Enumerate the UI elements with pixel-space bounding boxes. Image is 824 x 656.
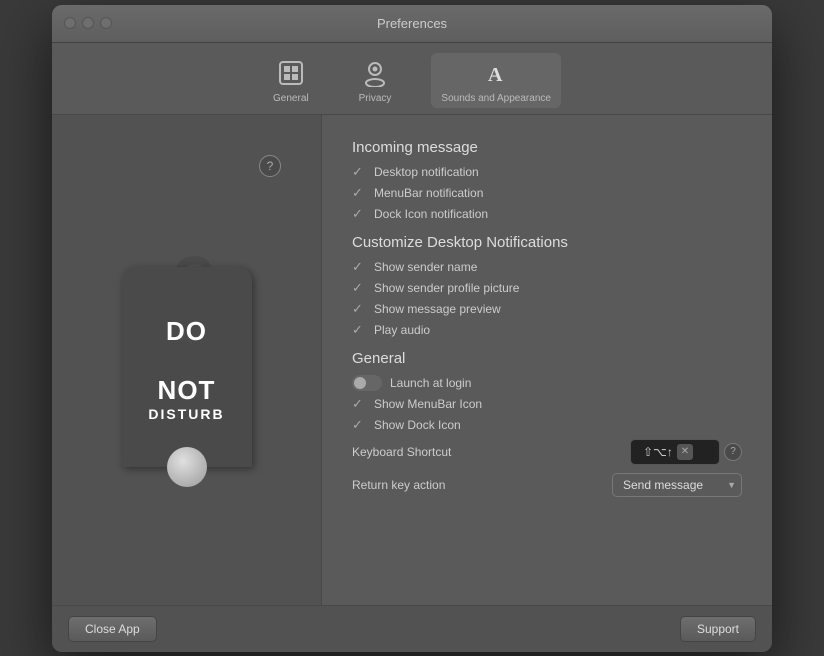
shortcut-value: ⇧⌥↑	[643, 445, 673, 459]
traffic-lights	[64, 17, 112, 29]
checkbox-menubar-notification: ✓ MenuBar notification	[352, 185, 742, 201]
general-icon	[275, 57, 307, 89]
checkbox-dock-icon-general: ✓ Show Dock Icon	[352, 417, 742, 433]
check-icon-8: ✓	[352, 396, 366, 412]
checkbox-sender-name: ✓ Show sender name	[352, 259, 742, 275]
title-bar: Preferences	[52, 5, 772, 43]
launch-at-login-row: Launch at login	[352, 375, 742, 391]
shortcut-display[interactable]: ⇧⌥↑ ✕	[630, 439, 720, 465]
menubar-icon-label: Show MenuBar Icon	[374, 397, 482, 411]
checkbox-desktop-notification: ✓ Desktop notification	[352, 164, 742, 180]
svg-text:A: A	[488, 64, 503, 86]
toolbar: General Privacy A Sounds and Appearance	[52, 43, 772, 115]
window-title: Preferences	[377, 16, 447, 31]
bottom-bar: Close App Support	[52, 605, 772, 652]
checkbox-play-audio: ✓ Play audio	[352, 322, 742, 338]
privacy-icon	[359, 57, 391, 89]
checkbox-sender-picture: ✓ Show sender profile picture	[352, 280, 742, 296]
menubar-notification-label: MenuBar notification	[374, 186, 483, 200]
close-button[interactable]	[64, 17, 76, 29]
return-key-select[interactable]: Send message New line	[612, 473, 742, 497]
keyboard-shortcut-row: Keyboard Shortcut ⇧⌥↑ ✕ ?	[352, 439, 742, 465]
check-icon-1: ✓	[352, 164, 366, 180]
check-icon-5: ✓	[352, 280, 366, 296]
check-icon-9: ✓	[352, 417, 366, 433]
check-icon-6: ✓	[352, 301, 366, 317]
content-area: ? DO NOT DISTURB	[52, 115, 772, 605]
general-section-title: General	[352, 350, 742, 367]
message-preview-label: Show message preview	[374, 302, 501, 316]
preferences-window: Preferences General	[52, 5, 772, 652]
check-icon-7: ✓	[352, 322, 366, 338]
keyboard-help-icon[interactable]: ?	[724, 443, 742, 461]
return-key-select-wrapper: Send message New line	[612, 473, 742, 497]
check-icon-3: ✓	[352, 206, 366, 222]
launch-login-toggle[interactable]	[352, 375, 382, 391]
general-tab-label: General	[273, 93, 309, 104]
customize-desktop-title: Customize Desktop Notifications	[352, 234, 742, 251]
tab-privacy[interactable]: Privacy	[349, 53, 402, 108]
support-button[interactable]: Support	[680, 616, 756, 642]
help-badge[interactable]: ?	[259, 155, 281, 177]
check-icon-4: ✓	[352, 259, 366, 275]
right-panel: Incoming message ✓ Desktop notification …	[322, 115, 772, 605]
keyboard-shortcut-label: Keyboard Shortcut	[352, 445, 451, 459]
checkbox-message-preview: ✓ Show message preview	[352, 301, 742, 317]
maximize-button[interactable]	[100, 17, 112, 29]
keyboard-shortcut-box: ⇧⌥↑ ✕ ?	[630, 439, 742, 465]
tab-general[interactable]: General	[263, 53, 319, 108]
sender-name-label: Show sender name	[374, 260, 477, 274]
sender-picture-label: Show sender profile picture	[374, 281, 519, 295]
play-audio-label: Play audio	[374, 323, 430, 337]
privacy-tab-label: Privacy	[359, 93, 392, 104]
left-panel: ? DO NOT DISTURB	[52, 115, 322, 605]
dnd-line2: NOT	[148, 376, 224, 405]
dnd-knob	[167, 447, 207, 487]
shortcut-clear-button[interactable]: ✕	[677, 444, 693, 460]
tab-sounds[interactable]: A Sounds and Appearance	[431, 53, 561, 108]
dnd-line3: DISTURB	[148, 406, 224, 422]
desktop-notification-label: Desktop notification	[374, 165, 479, 179]
return-key-label: Return key action	[352, 478, 445, 492]
check-icon-2: ✓	[352, 185, 366, 201]
dnd-sign: DO NOT DISTURB	[122, 267, 252, 467]
dnd-line1: DO	[148, 317, 224, 346]
minimize-button[interactable]	[82, 17, 94, 29]
dock-icon-label: Dock Icon notification	[374, 207, 488, 221]
sounds-icon: A	[480, 57, 512, 89]
checkbox-dock-icon: ✓ Dock Icon notification	[352, 206, 742, 222]
dock-icon-general-label: Show Dock Icon	[374, 418, 461, 432]
launch-login-label: Launch at login	[390, 376, 471, 390]
checkbox-menubar-icon: ✓ Show MenuBar Icon	[352, 396, 742, 412]
close-app-button[interactable]: Close App	[68, 616, 157, 642]
sounds-tab-label: Sounds and Appearance	[441, 93, 551, 104]
incoming-message-title: Incoming message	[352, 139, 742, 156]
return-key-row: Return key action Send message New line	[352, 473, 742, 497]
